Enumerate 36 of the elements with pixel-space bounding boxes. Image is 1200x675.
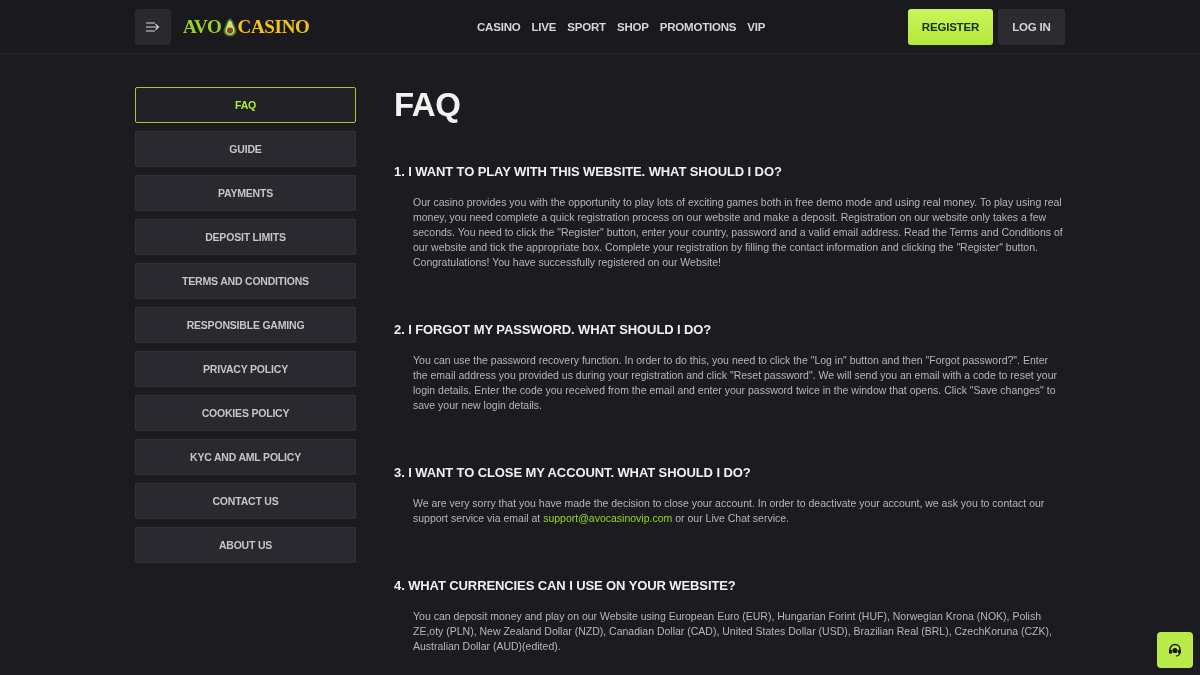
sidebar-item[interactable]: ABOUT US	[135, 527, 356, 563]
sidebar-item[interactable]: PAYMENTS	[135, 175, 356, 211]
faq-answer: We are very sorry that you have made the decision to close your account. In order to deactivate your account, we ask you to contact our support service via email at support@avocasinovip.com or our Live Chat service.	[413, 496, 1046, 526]
live-chat-button[interactable]	[1157, 632, 1193, 668]
faq-answer: Our casino provides you with the opportunity to play lots of exciting games both in free demo mode and using real money. To play using real money, you need complete a quick registration process on our website and make a deposit. Registration on our website only takes a few seconds. You need to click the "Register" button, enter your country, password and a valid email address. Read the Terms and Conditions of our website and tick the appropriate box. Complete your registration by filling the contact information and clicking the "Register" button. Congratulations! You have successfully registered on our Website!	[413, 195, 1064, 270]
sidebar-item[interactable]: DEPOSIT LIMITS	[135, 219, 356, 255]
page-title: FAQ	[394, 87, 461, 123]
faq-question: 4. WHAT CURRENCIES CAN I USE ON YOUR WEBSITE?	[394, 577, 736, 595]
sidebar-item[interactable]: PRIVACY POLICY	[135, 351, 356, 387]
nav-link[interactable]: SPORT	[567, 21, 606, 33]
faq-question: 1. I WANT TO PLAY WITH THIS WEBSITE. WHAT SHOULD I DO?	[394, 163, 782, 181]
sidebar-item[interactable]: TERMS AND CONDITIONS	[135, 263, 356, 299]
faq-answer: You can deposit money and play on our Website using European Euro (EUR), Hungarian Forint (HUF), Norwegian Krona (NOK), Polish ZE,oty (PLN), New Zealand Dollar (NZD), Canadian Dollar (CAD), United States Dollar (USD), Brazilian Real (BRL), CzechKoruna (CZK), Australian Dollar (AUD)(edited).	[413, 609, 1053, 654]
menu-icon	[146, 22, 160, 32]
menu-button[interactable]	[135, 9, 171, 45]
nav-link[interactable]: PROMOTIONS	[659, 21, 737, 33]
logo-text[interactable]: CASINO	[237, 16, 310, 38]
sidebar-item[interactable]: GUIDE	[135, 131, 356, 167]
logo-text[interactable]: AVO	[183, 16, 222, 38]
sidebar-item[interactable]: RESPONSIBLE GAMING	[135, 307, 356, 343]
faq-question: 3. I WANT TO CLOSE MY ACCOUNT. WHAT SHOULD I DO?	[394, 464, 751, 482]
sidebar-item[interactable]: FAQ	[135, 87, 356, 123]
register-button[interactable]: REGISTER	[907, 9, 993, 45]
sidebar-item[interactable]: COOKIES POLICY	[135, 395, 356, 431]
email-link[interactable]: support@avocasinovip.com	[543, 512, 673, 524]
nav-link[interactable]: LIVE	[531, 21, 557, 33]
avocado-icon[interactable]	[222, 17, 237, 37]
sidebar-item[interactable]: CONTACT US	[135, 483, 356, 519]
faq-question: 2. I FORGOT MY PASSWORD. WHAT SHOULD I DO?	[394, 321, 712, 339]
nav-link[interactable]: CASINO	[477, 21, 521, 33]
nav-link[interactable]: SHOP	[616, 21, 649, 33]
login-button[interactable]: LOG IN	[998, 9, 1065, 45]
headset-icon	[1168, 643, 1182, 657]
nav-link[interactable]: VIP	[747, 21, 766, 33]
sidebar-item[interactable]: KYC AND AML POLICY	[135, 439, 356, 475]
faq-answer: You can use the password recovery function. In order to do this, you need to click the "Log in" button and then "Forgot password?". Enter the email address you provided us during your registration and click "Reset password". We will send you an email with a code to reset your login details. Enter the code you received from the email and enter your password twice in the window that opens. Click "Save changes" to save your new login details.	[413, 353, 1058, 413]
